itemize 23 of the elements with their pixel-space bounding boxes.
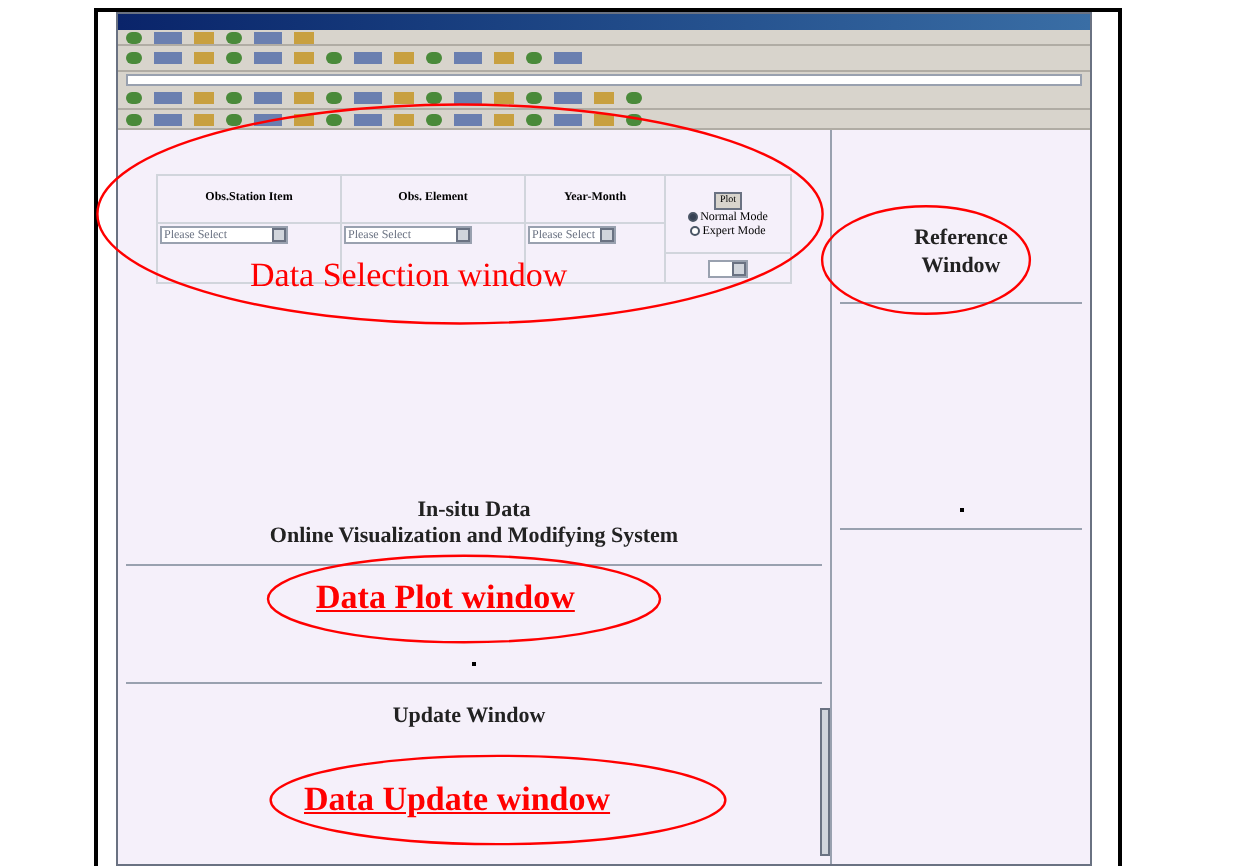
- reference-title: Window: [921, 253, 1001, 281]
- system-title: In-situ Data: [417, 500, 531, 522]
- update-window-title: Update Window: [392, 702, 546, 732]
- toolbar-icon[interactable]: [554, 113, 582, 125]
- toolbar-icon[interactable]: [454, 113, 482, 125]
- toolbar-icon[interactable]: [354, 113, 382, 125]
- toolbar-icon[interactable]: [154, 31, 182, 43]
- address-field[interactable]: [126, 74, 1082, 86]
- caret-icon: [456, 228, 470, 242]
- annotation-label: Data Plot window: [316, 580, 575, 614]
- annotation-label: Data Update window: [304, 782, 611, 816]
- dropdown[interactable]: [708, 259, 748, 277]
- caret-icon: [732, 261, 746, 275]
- toolbar-icon[interactable]: [254, 31, 282, 43]
- caret-icon: [272, 228, 286, 242]
- radio-button[interactable]: [688, 212, 699, 222]
- annotation-label: Data Selection window: [250, 258, 568, 292]
- scrollbar[interactable]: [820, 708, 830, 856]
- radio-button[interactable]: [690, 226, 701, 236]
- system-title: Online Visualization and Modifying System: [269, 526, 679, 548]
- toolbar-icon[interactable]: [154, 113, 182, 125]
- caret-icon: [600, 228, 614, 242]
- reference-title: Reference: [914, 226, 1008, 254]
